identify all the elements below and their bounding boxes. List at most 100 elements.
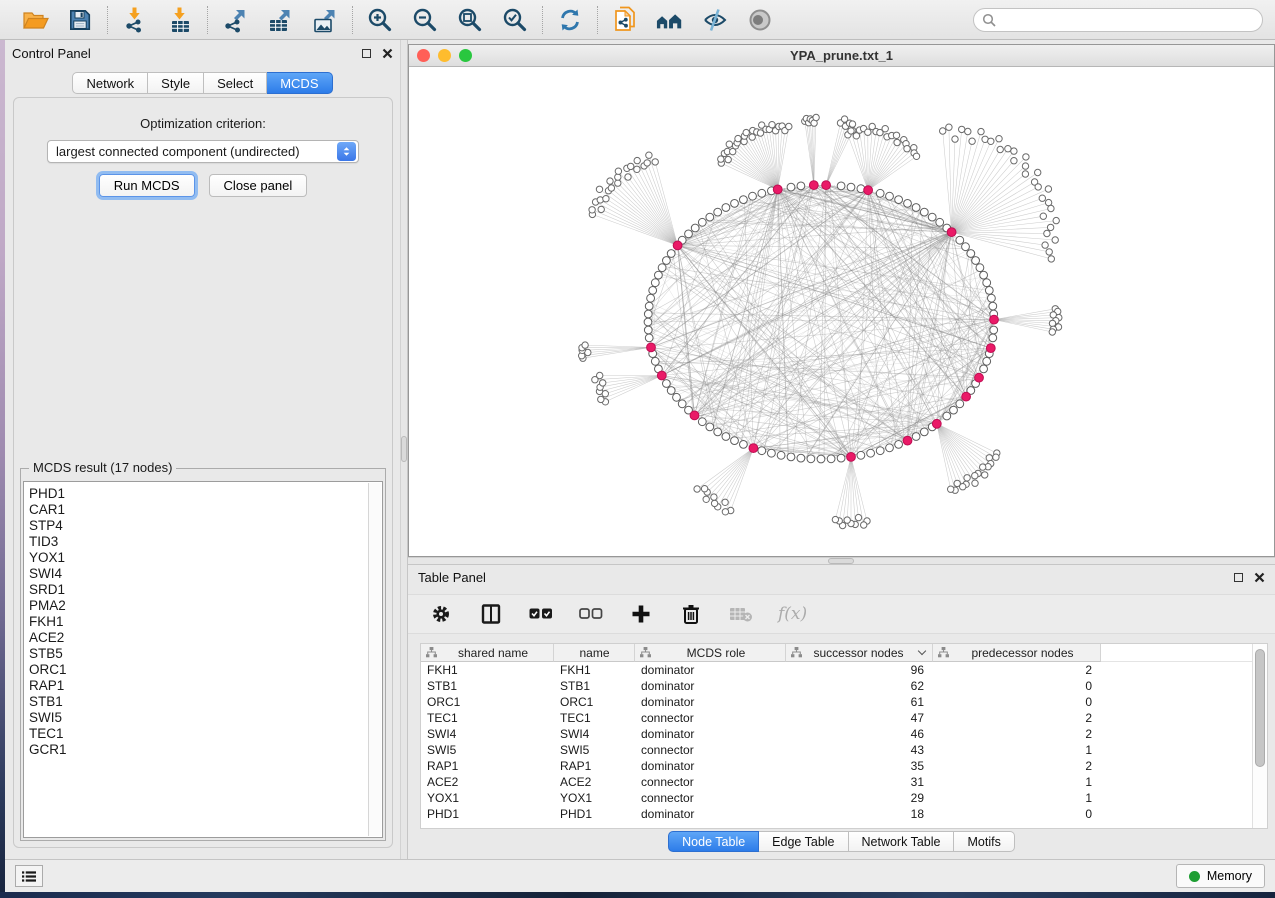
result-list-item[interactable]: STP4 (29, 518, 367, 534)
result-list-item[interactable]: SWI5 (29, 710, 367, 726)
graph-leaf-node[interactable] (598, 396, 604, 402)
result-list-item[interactable]: TEC1 (29, 726, 367, 742)
graph-leaf-node[interactable] (1011, 158, 1017, 164)
graph-node[interactable] (817, 455, 825, 463)
save-button[interactable] (66, 6, 94, 34)
graph-leaf-node[interactable] (1035, 169, 1041, 175)
graph-leaf-node[interactable] (978, 128, 984, 134)
graph-leaf-node[interactable] (603, 196, 609, 202)
graph-node[interactable] (797, 454, 805, 462)
graph-leaf-node[interactable] (940, 128, 946, 134)
result-list-item[interactable]: CAR1 (29, 502, 367, 518)
graph-mcds-node[interactable] (822, 181, 831, 190)
graph-leaf-node[interactable] (634, 157, 640, 163)
graph-leaf-node[interactable] (743, 129, 749, 135)
graph-node[interactable] (731, 437, 739, 445)
network-file-button[interactable] (611, 6, 639, 34)
graph-node[interactable] (876, 447, 884, 455)
tab-network[interactable]: Network (72, 72, 148, 94)
result-list-item[interactable]: SRD1 (29, 582, 367, 598)
open-file-button[interactable] (21, 6, 49, 34)
graph-node[interactable] (663, 257, 671, 265)
table-row[interactable]: YOX1YOX1connector291 (421, 790, 1252, 806)
run-mcds-button[interactable]: Run MCDS (99, 174, 195, 197)
network-canvas[interactable] (409, 67, 1274, 556)
graph-node[interactable] (956, 400, 964, 408)
table-row[interactable]: STB1STB1dominator620 (421, 678, 1252, 694)
import-table-button[interactable] (166, 6, 194, 34)
graph-mcds-node[interactable] (986, 344, 995, 353)
graph-leaf-node[interactable] (894, 139, 900, 145)
graph-leaf-node[interactable] (607, 178, 613, 184)
graph-node[interactable] (787, 453, 795, 461)
graph-mcds-node[interactable] (749, 444, 758, 453)
graph-leaf-node[interactable] (1039, 195, 1045, 201)
graph-node[interactable] (685, 230, 693, 238)
graph-node[interactable] (644, 310, 652, 318)
graph-node[interactable] (714, 428, 722, 436)
graph-node[interactable] (876, 189, 884, 197)
graph-leaf-node[interactable] (913, 153, 919, 159)
graph-leaf-node[interactable] (711, 500, 717, 506)
birds-eye-button[interactable] (746, 6, 774, 34)
graph-mcds-node[interactable] (947, 228, 956, 237)
graph-leaf-node[interactable] (615, 174, 621, 180)
show-columns-button[interactable] (478, 601, 504, 627)
graph-leaf-node[interactable] (952, 136, 958, 142)
graph-node[interactable] (663, 380, 671, 388)
result-list-item[interactable]: STB5 (29, 646, 367, 662)
graph-leaf-node[interactable] (993, 454, 999, 460)
graph-node[interactable] (895, 196, 903, 204)
result-list-item[interactable]: GCR1 (29, 742, 367, 758)
table-row[interactable]: SWI5SWI5connector431 (421, 742, 1252, 758)
graph-leaf-node[interactable] (948, 486, 954, 492)
graph-mcds-node[interactable] (773, 185, 782, 194)
graph-mcds-node[interactable] (932, 419, 941, 428)
zoom-out-button[interactable] (411, 6, 439, 34)
result-list-item[interactable]: PHD1 (29, 486, 367, 502)
graph-leaf-node[interactable] (813, 114, 819, 120)
graph-leaf-node[interactable] (954, 480, 960, 486)
graph-node[interactable] (989, 302, 997, 310)
graph-leaf-node[interactable] (893, 132, 899, 138)
graph-leaf-node[interactable] (703, 496, 709, 502)
tab-edge-table[interactable]: Edge Table (759, 831, 848, 852)
graph-leaf-node[interactable] (582, 342, 588, 348)
result-list-item[interactable]: ORC1 (29, 662, 367, 678)
delete-column-button[interactable] (678, 601, 704, 627)
graph-leaf-node[interactable] (1048, 256, 1054, 262)
graph-node[interactable] (644, 318, 652, 326)
graph-node[interactable] (983, 357, 991, 365)
graph-leaf-node[interactable] (722, 509, 728, 515)
graphics-details-button[interactable] (701, 6, 729, 34)
graph-node[interactable] (740, 196, 748, 204)
result-list-item[interactable]: RAP1 (29, 678, 367, 694)
result-list-item[interactable]: FKH1 (29, 614, 367, 630)
graph-node[interactable] (706, 213, 714, 221)
column-header-name[interactable]: name (554, 644, 635, 662)
graph-node[interactable] (651, 279, 659, 287)
graph-leaf-node[interactable] (865, 129, 871, 135)
graph-mcds-node[interactable] (690, 411, 699, 420)
splitter-grip[interactable] (828, 558, 854, 564)
graph-node[interactable] (895, 441, 903, 449)
graph-leaf-node[interactable] (1049, 320, 1055, 326)
graph-node[interactable] (928, 213, 936, 221)
graph-leaf-node[interactable] (1042, 242, 1048, 248)
horizontal-splitter[interactable] (408, 557, 1275, 565)
graph-node[interactable] (667, 250, 675, 258)
graph-mcds-node[interactable] (990, 315, 999, 324)
graph-node[interactable] (837, 454, 845, 462)
graph-node[interactable] (722, 433, 730, 441)
graph-node[interactable] (645, 302, 653, 310)
splitter-grip[interactable] (401, 436, 407, 462)
graph-leaf-node[interactable] (735, 135, 741, 141)
graph-node[interactable] (698, 218, 706, 226)
graph-leaf-node[interactable] (832, 516, 838, 522)
result-list-item[interactable]: TID3 (29, 534, 367, 550)
table-scrollbar[interactable] (1252, 644, 1267, 828)
graph-mcds-node[interactable] (657, 371, 666, 380)
graph-leaf-node[interactable] (1022, 171, 1028, 177)
graph-node[interactable] (649, 287, 657, 295)
graph-node[interactable] (912, 433, 920, 441)
